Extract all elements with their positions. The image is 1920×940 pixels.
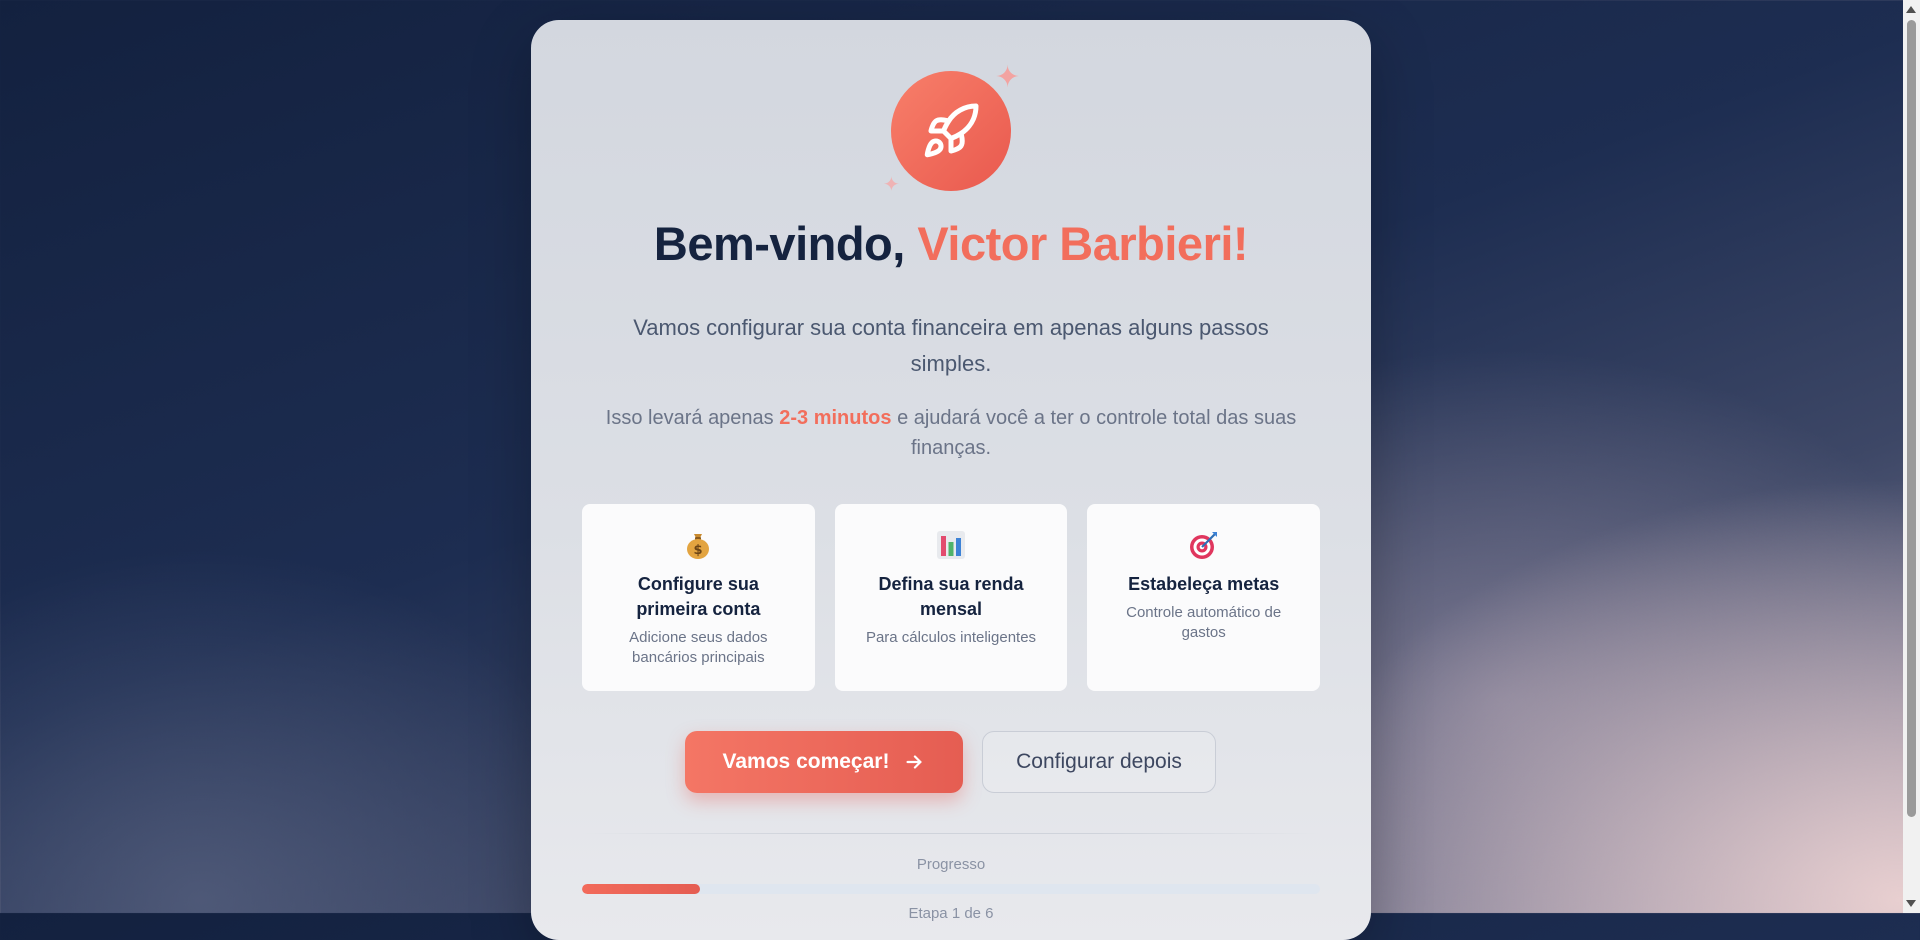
feature-card-account: $ Configure sua primeira conta Adicione … [582,504,815,691]
user-name: Victor Barbieri! [917,217,1249,270]
target-icon [1189,532,1217,559]
progress-fill [582,884,701,894]
time-estimate: Isso levará apenas 2-3 minutos e ajudará… [571,403,1331,463]
configure-later-label: Configurar depois [1016,750,1182,773]
feature-description: Adicione seus dados bancários principais [629,629,768,666]
time-prefix: Isso levará apenas [605,407,774,429]
sparkle-icon: ✦ [883,174,900,196]
feature-description: Para cálculos inteligentes [865,629,1037,646]
time-suffix: e ajudará você a ter o controle total da… [897,407,1297,459]
time-highlight: 2-3 minutos [779,407,892,429]
start-button[interactable]: Vamos começar! [685,731,963,793]
welcome-card: ✦ ✦ Bem-vindo, Victor Barbieri! Vamos co… [531,20,1371,940]
progress-bar [582,884,1320,894]
divider [582,833,1320,834]
progress-step-text: Etapa 1 de 6 [908,905,994,922]
scrollbar-thumb[interactable] [1907,20,1916,817]
start-button-label: Vamos começar! [722,750,890,773]
rocket-badge [891,71,1011,191]
subtitle: Vamos configurar sua conta financeira em… [633,315,1269,376]
feature-title: Configure sua primeira conta [636,574,761,619]
feature-title: Defina sua renda mensal [878,574,1024,619]
money-bag-icon: $ [687,534,710,559]
feature-description: Controle automático de gastos [1126,604,1282,641]
scroll-up-icon[interactable] [1906,6,1916,13]
progress-label: Progresso [916,856,986,873]
rocket-icon [924,103,979,158]
page-scrollbar[interactable] [1903,0,1920,913]
sparkle-icon: ✦ [995,61,1021,94]
scroll-down-icon[interactable] [1906,900,1916,907]
bar-chart-icon [937,531,965,559]
configure-later-button[interactable]: Configurar depois [982,731,1216,793]
arrow-right-icon [906,755,922,769]
feature-list: $ Configure sua primeira conta Adicione … [582,504,1321,691]
feature-card-goals: Estabeleça metas Controle automático de … [1087,504,1321,691]
page-title: Bem-vindo, Victor Barbieri! [531,216,1371,271]
greeting-text: Bem-vindo, [653,217,905,270]
svg-text:$: $ [694,543,703,558]
feature-title: Estabeleça metas [1128,574,1280,594]
feature-card-income: Defina sua renda mensal Para cálculos in… [834,504,1068,691]
